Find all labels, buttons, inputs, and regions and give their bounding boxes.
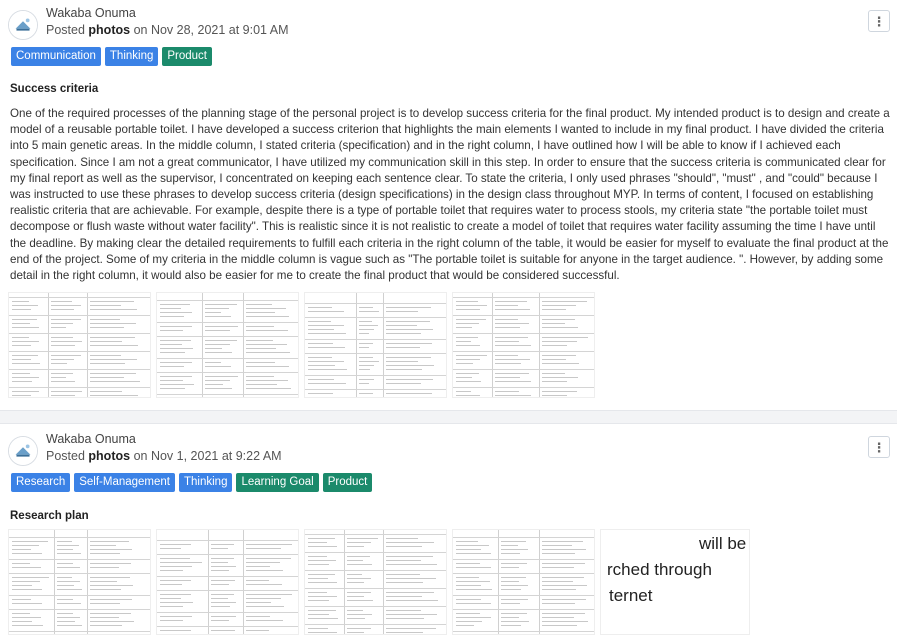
photo-thumbnail[interactable]: [304, 292, 447, 398]
kebab-menu-icon: ⋮: [872, 439, 886, 455]
document-preview: [305, 530, 446, 634]
photo-gallery: [8, 292, 595, 398]
post-meta: Posted photos on Nov 1, 2021 at 9:22 AM: [46, 449, 282, 463]
document-preview: [453, 530, 594, 634]
post-card: Wakaba Onuma Posted photos on Nov 28, 20…: [0, 0, 897, 410]
zoomed-text-line: ternet: [609, 586, 653, 605]
tag-product[interactable]: Product: [162, 47, 213, 66]
document-preview: [305, 293, 446, 397]
photo-thumbnail[interactable]: will be rched through ternet: [600, 529, 750, 635]
avatar[interactable]: [8, 10, 38, 40]
document-preview: [9, 530, 150, 634]
tag-thinking[interactable]: Thinking: [104, 47, 159, 66]
tag-list: Research Self-Management Thinking Learni…: [11, 473, 373, 492]
zoomed-text-line: will be: [699, 534, 747, 553]
avatar-icon: [9, 437, 37, 465]
section-title: Research plan: [10, 510, 89, 522]
post-body: One of the required processes of the pla…: [10, 107, 890, 283]
posted-date: on Nov 28, 2021 at 9:01 AM: [133, 23, 289, 37]
zoomed-text-line: rched through: [607, 560, 712, 579]
document-preview: [157, 293, 298, 397]
document-preview: [157, 530, 298, 634]
tag-thinking[interactable]: Thinking: [179, 473, 233, 492]
photo-thumbnail[interactable]: [156, 529, 299, 635]
tag-self-management[interactable]: Self-Management: [74, 473, 175, 492]
post-menu-button[interactable]: ⋮: [868, 10, 890, 32]
post-meta: Posted photos on Nov 28, 2021 at 9:01 AM: [46, 23, 289, 37]
photo-gallery: will be rched through ternet: [8, 529, 750, 635]
avatar[interactable]: [8, 436, 38, 466]
posted-item[interactable]: photos: [88, 449, 130, 463]
section-title: Success criteria: [10, 83, 99, 95]
tag-product[interactable]: Product: [322, 473, 373, 492]
tag-learning-goal[interactable]: Learning Goal: [236, 473, 319, 492]
posted-prefix: Posted: [46, 449, 85, 463]
photo-thumbnail[interactable]: [156, 292, 299, 398]
avatar-icon: [9, 11, 37, 39]
tag-communication[interactable]: Communication: [11, 47, 101, 66]
post-menu-button[interactable]: ⋮: [868, 436, 890, 458]
tag-research[interactable]: Research: [11, 473, 71, 492]
photo-thumbnail[interactable]: [304, 529, 447, 635]
document-preview: [9, 293, 150, 397]
photo-thumbnail[interactable]: [8, 292, 151, 398]
tag-list: Communication Thinking Product: [11, 47, 213, 66]
posted-item[interactable]: photos: [88, 23, 130, 37]
author-name[interactable]: Wakaba Onuma: [46, 6, 136, 20]
kebab-menu-icon: ⋮: [872, 13, 886, 29]
post-card: Wakaba Onuma Posted photos on Nov 1, 202…: [0, 424, 897, 635]
document-preview: [453, 293, 594, 397]
posted-date: on Nov 1, 2021 at 9:22 AM: [133, 449, 282, 463]
photo-thumbnail[interactable]: [8, 529, 151, 635]
photo-thumbnail[interactable]: [452, 292, 595, 398]
author-name[interactable]: Wakaba Onuma: [46, 432, 136, 446]
posted-prefix: Posted: [46, 23, 85, 37]
photo-thumbnail[interactable]: [452, 529, 595, 635]
post-separator: [0, 410, 897, 424]
